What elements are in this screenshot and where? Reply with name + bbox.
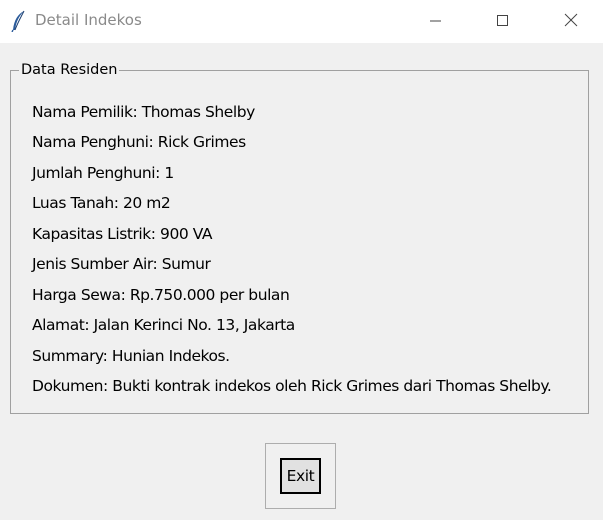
field-jumlah-penghuni: Jumlah Penghuni: 1 <box>32 164 174 182</box>
field-harga-sewa: Harga Sewa: Rp.750.000 per bulan <box>32 286 290 304</box>
exit-button[interactable]: Exit <box>280 458 321 494</box>
field-dokumen: Dokumen: Bukti kontrak indekos oleh Rick… <box>32 377 552 395</box>
close-button[interactable] <box>548 0 593 43</box>
minimize-button[interactable] <box>413 0 458 43</box>
exit-button-frame[interactable]: Exit <box>265 443 336 509</box>
window-title: Detail Indekos <box>35 11 142 29</box>
field-luas-tanah: Luas Tanah: 20 m2 <box>32 194 171 212</box>
field-alamat: Alamat: Jalan Kerinci No. 13, Jakarta <box>32 316 295 334</box>
feather-icon <box>10 10 28 33</box>
field-jenis-sumber-air: Jenis Sumber Air: Sumur <box>32 255 211 273</box>
close-icon <box>564 12 578 31</box>
field-nama-pemilik: Nama Pemilik: Thomas Shelby <box>32 103 255 121</box>
field-kapasitas-listrik: Kapasitas Listrik: 900 VA <box>32 225 213 243</box>
maximize-button[interactable] <box>480 0 525 43</box>
field-nama-penghuni: Nama Penghuni: Rick Grimes <box>32 133 246 151</box>
maximize-icon <box>496 12 509 31</box>
detail-indekos-window: Detail Indekos Data Residen Nama Pemilik… <box>0 0 603 520</box>
minimize-icon <box>429 12 442 31</box>
field-summary: Summary: Hunian Indekos. <box>32 347 230 365</box>
title-bar[interactable]: Detail Indekos <box>0 0 603 43</box>
group-legend: Data Residen <box>19 61 120 79</box>
